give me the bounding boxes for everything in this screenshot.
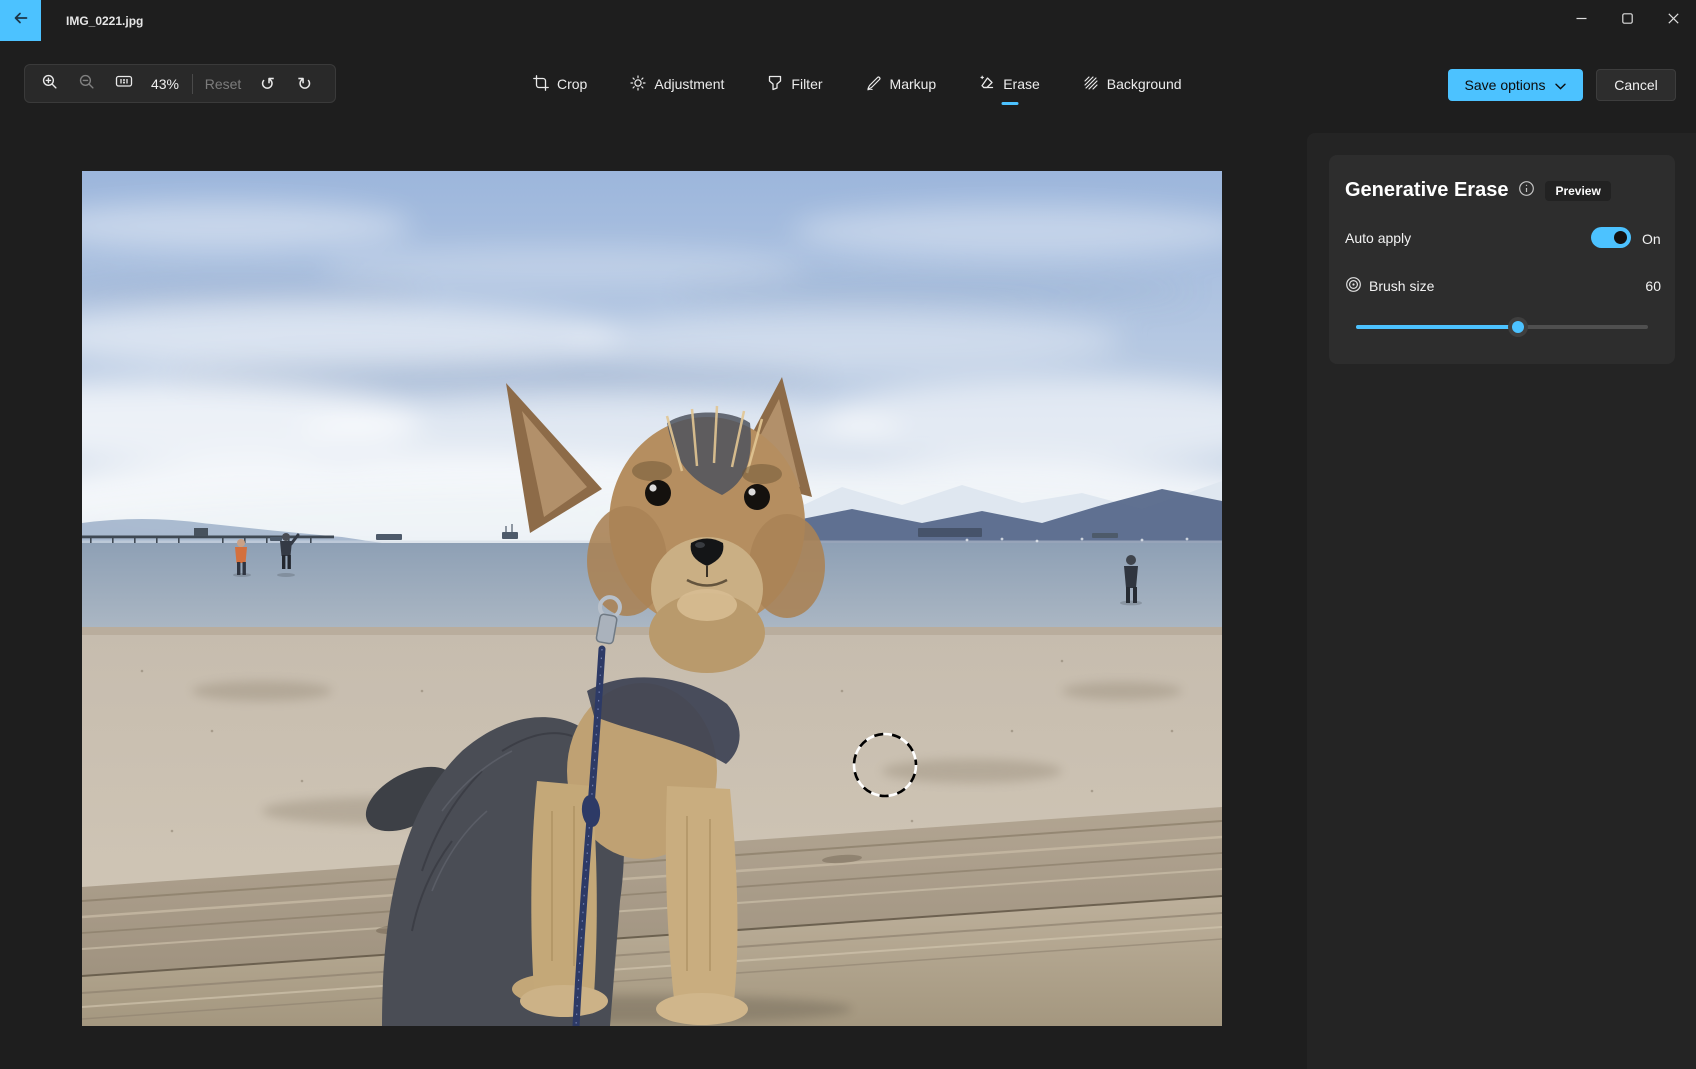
auto-apply-toggle[interactable] [1591, 227, 1631, 248]
redo-button[interactable]: ↻ [286, 68, 323, 99]
undo-button[interactable]: ↺ [249, 68, 286, 99]
cancel-button[interactable]: Cancel [1596, 69, 1676, 101]
zoom-in-icon [41, 73, 58, 95]
minimize-icon [1576, 11, 1587, 29]
active-tab-underline [1001, 102, 1018, 105]
close-button[interactable] [1650, 0, 1696, 40]
adjustment-icon [630, 75, 646, 94]
edit-tab-bar: Crop Adjustment Filter Markup Erase Back… [533, 62, 1182, 106]
markup-icon [866, 75, 882, 94]
zoom-toolbar: 43% Reset ↺ ↻ [24, 64, 336, 103]
zoom-level: 43% [142, 76, 188, 92]
undo-icon: ↺ [260, 75, 275, 93]
reset-button[interactable]: Reset [197, 76, 249, 92]
toolbar-divider [192, 74, 193, 94]
crop-icon [533, 75, 549, 94]
maximize-button[interactable] [1604, 0, 1650, 40]
window-title: IMG_0221.jpg [66, 0, 143, 41]
tab-erase[interactable]: Erase [979, 62, 1040, 106]
photo-canvas[interactable] [82, 171, 1222, 1026]
back-button[interactable] [0, 0, 41, 41]
tab-filter[interactable]: Filter [767, 62, 822, 106]
redo-icon: ↻ [297, 75, 312, 93]
maximize-icon [1622, 11, 1633, 29]
minimize-button[interactable] [1558, 0, 1604, 40]
zoom-in-button[interactable] [31, 68, 68, 99]
brush-size-slider[interactable] [1356, 317, 1648, 337]
erase-panel: Generative Erase Preview Auto apply On B… [1307, 133, 1696, 1069]
tab-markup[interactable]: Markup [866, 62, 937, 106]
actual-size-icon [115, 73, 133, 94]
tab-crop[interactable]: Crop [533, 62, 587, 106]
chevron-down-icon [1555, 77, 1566, 93]
actual-size-button[interactable] [105, 68, 142, 99]
panel-title: Generative Erase [1345, 179, 1508, 202]
auto-apply-state: On [1642, 231, 1661, 247]
erase-icon [979, 75, 995, 94]
filter-icon [767, 75, 783, 94]
info-icon[interactable] [1518, 180, 1535, 202]
toggle-knob [1614, 231, 1627, 244]
photos-app-window: IMG_0221.jpg 43% Reset ↺ ↻ [0, 0, 1696, 1069]
close-icon [1668, 11, 1679, 29]
generative-erase-card: Generative Erase Preview Auto apply On B… [1329, 155, 1675, 364]
brush-slider-thumb[interactable] [1508, 317, 1528, 337]
brush-size-icon [1345, 276, 1362, 298]
background-icon [1083, 75, 1099, 94]
zoom-out-icon [78, 73, 95, 95]
brush-slider-fill [1356, 325, 1518, 329]
save-options-button[interactable]: Save options [1448, 69, 1583, 101]
tab-adjustment[interactable]: Adjustment [630, 62, 724, 106]
tab-background[interactable]: Background [1083, 62, 1182, 106]
back-arrow-icon [12, 10, 29, 31]
preview-badge: Preview [1545, 181, 1610, 201]
auto-apply-label: Auto apply [1345, 230, 1411, 246]
brush-size-value: 60 [1645, 278, 1661, 294]
brush-size-label: Brush size [1369, 278, 1434, 294]
zoom-out-button[interactable] [68, 68, 105, 99]
